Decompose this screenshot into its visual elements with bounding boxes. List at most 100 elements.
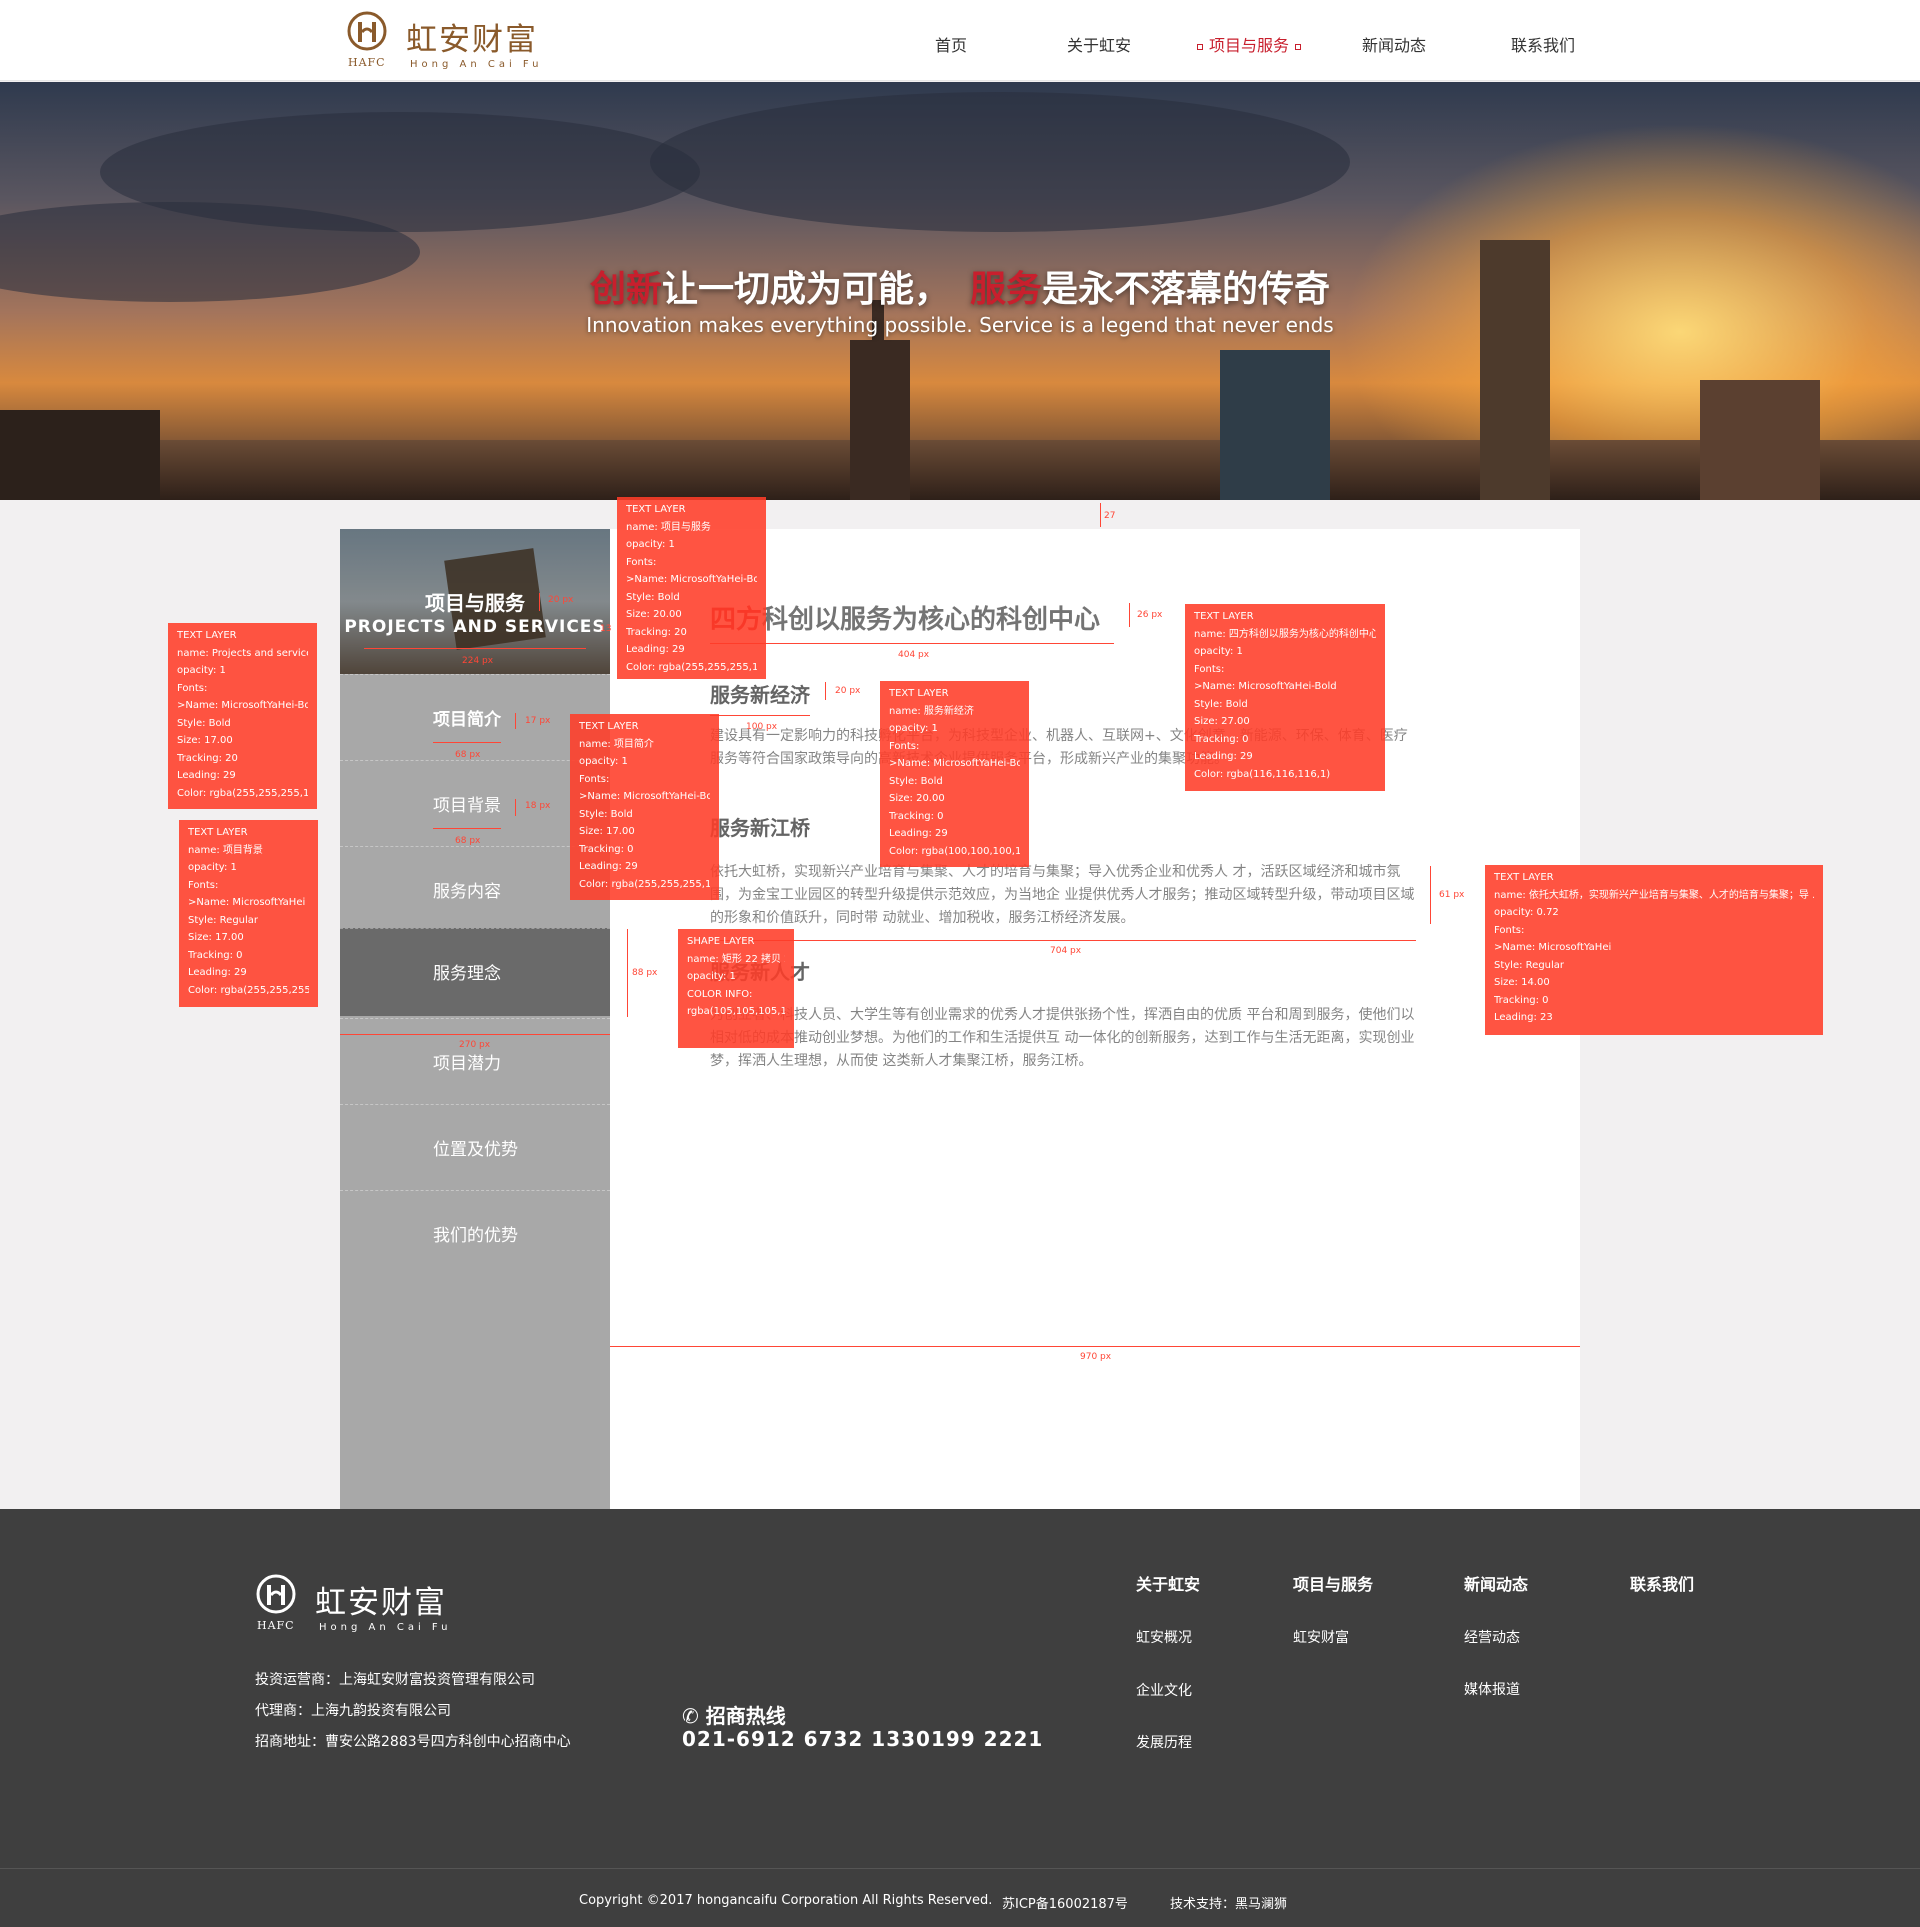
annotation-line: TEXT LAYER bbox=[626, 504, 686, 515]
section-heading-economy: 服务新经济 bbox=[710, 683, 810, 707]
nav-item-contact[interactable]: 联系我们 bbox=[1511, 32, 1575, 56]
nav-item-projects[interactable]: 项目与服务 bbox=[1191, 32, 1307, 56]
measure-line bbox=[515, 713, 516, 729]
footer-link-hongan[interactable]: 虹安财富 bbox=[1293, 1627, 1349, 1647]
annotation-line: Style: Bold bbox=[177, 717, 231, 729]
annotation-line: name: 依托大虹桥，实现新兴产业培育与集聚、人才的培育与集聚；导 ... bbox=[1494, 889, 1814, 901]
measure-line bbox=[340, 1034, 610, 1035]
annotation-line: Size: 20.00 bbox=[626, 609, 682, 620]
side-item-philosophy[interactable]: 服务理念 bbox=[340, 928, 610, 1016]
annotation-box: TEXT LAYER name: 四方科创以服务为核心的科创中心 opacity: … bbox=[1185, 604, 1385, 791]
annotation-box: TEXT LAYER name: 依托大虹桥，实现新兴产业培育与集聚、人才的培育与… bbox=[1485, 865, 1823, 1035]
annotation-line: name: 项目与服务 bbox=[626, 521, 711, 533]
annotation-line: Style: Bold bbox=[889, 775, 943, 787]
annotation-line: Style: Bold bbox=[626, 591, 680, 603]
section-text-talent: 为创业者、科技人员、大学生等有创业需求的优秀人才提供张扬个性，挥洒自由的优质 平… bbox=[710, 1007, 1415, 1069]
footer-address: 招商地址：曹安公路2883号四方科创中心招商中心 bbox=[255, 1734, 571, 1750]
nav-active-marker-icon bbox=[1197, 43, 1203, 50]
measure-label: 270 px bbox=[459, 1040, 491, 1050]
measure-label: 68 px bbox=[455, 750, 481, 760]
annotation-box: TEXT LAYER name: 项目背景 opacity: 1 Fonts: >Nam… bbox=[179, 820, 318, 1007]
footer-col-title-about[interactable]: 关于虹安 bbox=[1136, 1571, 1200, 1595]
annotation-line: opacity: 1 bbox=[626, 539, 675, 550]
annotation-line: >Name: MicrosoftYaHei bbox=[188, 897, 306, 908]
measure-label: 970 px bbox=[1080, 1352, 1112, 1362]
annotation-line: Fonts: bbox=[1194, 663, 1225, 675]
logo-text: 虹安财富 bbox=[406, 22, 538, 58]
annotation-line: Color: rgba(255,255,255,1) bbox=[579, 878, 710, 890]
tech-support[interactable]: 技术支持：黑马澜狮 bbox=[1170, 1893, 1287, 1912]
annotation-line: Leading: 23 bbox=[1494, 1012, 1553, 1023]
side-item-label: 服务理念 bbox=[433, 964, 501, 984]
measure-line bbox=[1430, 866, 1431, 924]
nav-item-home[interactable]: 首页 bbox=[935, 32, 967, 56]
annotation-line: >Name: MicrosoftYaHei-Bold bbox=[1194, 681, 1337, 692]
measure-label: 61 px bbox=[1439, 890, 1465, 900]
annotation-line: >Name: MicrosoftYaHei-Bold bbox=[889, 758, 1020, 769]
annotation-line: TEXT LAYER bbox=[579, 721, 639, 732]
side-item-advantages[interactable]: 我们的优势 bbox=[340, 1190, 610, 1276]
hero-title-text: 是永不落幕的传奇 bbox=[1042, 269, 1331, 310]
footer-logo[interactable]: 虹安财富 HAFC Hong An Cai Fu bbox=[255, 1573, 475, 1637]
section-heading-jiangqiao: 服务新江桥 bbox=[710, 816, 810, 840]
footer-link-media[interactable]: 媒体报道 bbox=[1464, 1679, 1520, 1699]
hotline-numbers[interactable]: 021-6912 6732 1330199 2221 bbox=[682, 1727, 1043, 1751]
logo-abbr: HAFC bbox=[348, 56, 386, 69]
annotation-line: Leading: 29 bbox=[626, 644, 685, 655]
side-item-location[interactable]: 位置及优势 bbox=[340, 1104, 610, 1190]
measure-label: 13 bbox=[600, 624, 612, 634]
footer-link-overview[interactable]: 虹安概况 bbox=[1136, 1627, 1192, 1647]
copyright: Copyright ©2017 hongancaifu Corporation … bbox=[579, 1893, 993, 1908]
annotation-line: opacity: 1 bbox=[579, 756, 628, 767]
section-text-jiangqiao: 依托大虹桥，实现新兴产业培育与集聚、人才的培育与集聚；导入优秀企业和优秀人 才，… bbox=[710, 864, 1415, 926]
hotline-label-text: 招商热线 bbox=[705, 1704, 786, 1728]
nav-item-about[interactable]: 关于虹安 bbox=[1067, 32, 1131, 56]
footer-logo-pinyin: Hong An Cai Fu bbox=[319, 1622, 452, 1633]
city-skyline bbox=[0, 440, 1920, 500]
annotation-box: TEXT LAYER name: 项目简介 opacity: 1 Fonts: >Nam… bbox=[570, 714, 719, 900]
measure-line bbox=[433, 742, 501, 743]
annotation-line: rgba(105,105,105,1) bbox=[687, 1006, 785, 1017]
measure-line bbox=[710, 643, 1114, 644]
annotation-line: Tracking: 0 bbox=[579, 843, 634, 855]
annotation-line: Tracking: 20 bbox=[626, 626, 687, 638]
annotation-line: Size: 27.00 bbox=[1194, 716, 1250, 727]
footer-col-title-news[interactable]: 新闻动态 bbox=[1464, 1571, 1528, 1595]
annotation-line: Fonts: bbox=[177, 682, 208, 694]
logo[interactable]: 虹安财富 HAFC Hong An Cai Fu bbox=[346, 10, 546, 72]
measure-line bbox=[1100, 503, 1101, 527]
measure-line bbox=[1129, 603, 1130, 627]
annotation-line: Leading: 29 bbox=[188, 967, 247, 978]
hero-title: 创新让一切成为可能， 服务是永不落幕的传奇 bbox=[0, 260, 1920, 312]
content-title: 四方科创以服务为核心的科创中心 bbox=[710, 599, 1100, 636]
annotation-line: >Name: MicrosoftYaHei-Bold bbox=[177, 700, 308, 711]
annotation-line: name: 矩形 22 拷贝 2 bbox=[687, 953, 785, 965]
footer-link-culture[interactable]: 企业文化 bbox=[1136, 1680, 1192, 1700]
measure-label: 88 px bbox=[632, 968, 658, 978]
footer-col-title-projects[interactable]: 项目与服务 bbox=[1293, 1571, 1373, 1595]
footer-link-history[interactable]: 发展历程 bbox=[1136, 1732, 1192, 1752]
side-item-potential[interactable]: 项目潜力 bbox=[340, 1018, 610, 1104]
measure-label: 18 px bbox=[525, 801, 551, 811]
annotation-line: Leading: 29 bbox=[1194, 751, 1253, 762]
measure-label: 20 px bbox=[835, 686, 861, 696]
footer-link-business-news[interactable]: 经营动态 bbox=[1464, 1627, 1520, 1647]
measure-line bbox=[627, 929, 628, 1017]
annotation-line: Style: Bold bbox=[1194, 698, 1248, 710]
annotation-line: Leading: 29 bbox=[177, 770, 236, 781]
annotation-line: Style: Bold bbox=[579, 808, 633, 820]
measure-line bbox=[825, 682, 826, 700]
footer-logo-abbr: HAFC bbox=[257, 1619, 295, 1632]
measure-label: 17 px bbox=[525, 716, 551, 726]
footer-col-title-contact[interactable]: 联系我们 bbox=[1630, 1571, 1694, 1595]
measure-label: 224 px bbox=[462, 656, 494, 666]
annotation-line: Size: 17.00 bbox=[177, 735, 233, 746]
measure-label: 20 px bbox=[548, 595, 574, 605]
annotation-box: TEXT LAYER name: 项目与服务 opacity: 1 Fonts: >Na… bbox=[617, 497, 766, 679]
nav-item-news[interactable]: 新闻动态 bbox=[1362, 32, 1426, 56]
measure-label: 704 px bbox=[1050, 946, 1082, 956]
measure-line bbox=[433, 828, 501, 829]
phone-icon: ✆ bbox=[682, 1704, 699, 1728]
annotation-line: Size: 17.00 bbox=[188, 932, 244, 943]
icp-number[interactable]: 苏ICP备16002187号 bbox=[1002, 1893, 1128, 1912]
